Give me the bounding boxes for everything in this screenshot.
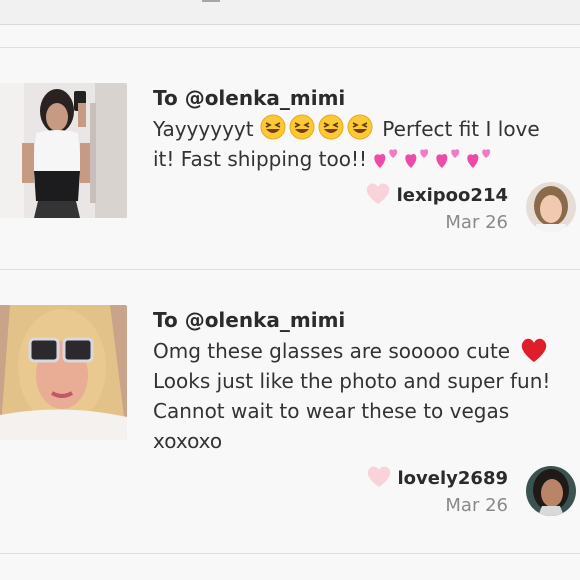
review-author[interactable]: lexipoo214 — [397, 185, 508, 206]
review-text-part: it! Fast shipping too!! — [153, 147, 367, 171]
review-recipient: To @olenka_mimi — [153, 86, 346, 110]
review-text-line: Looks just like the photo and super fun! — [153, 369, 551, 393]
review-date: Mar 26 — [445, 212, 508, 233]
top-bar-handle — [202, 0, 220, 2]
review-text-part: Perfect fit I love — [382, 117, 540, 141]
heart-outline-icon[interactable] — [365, 182, 391, 209]
avatar[interactable] — [526, 466, 576, 516]
review-text-line: Omg these glasses are sooooo cute — [153, 339, 511, 363]
product-photo[interactable] — [0, 83, 127, 218]
two-hearts-icon — [373, 147, 497, 171]
review-text-line: xoxoxo — [153, 429, 223, 453]
review-recipient: To @olenka_mimi — [153, 308, 346, 332]
divider — [0, 553, 580, 554]
review-author-row: lexipoo214 — [365, 182, 508, 209]
review-text: Yayyyyyyt Perfect fit I love it! Fast sh… — [153, 114, 573, 174]
product-photo[interactable] — [0, 305, 127, 440]
review-text-line: Cannot wait to wear these to vegas — [153, 399, 510, 423]
review-author[interactable]: lovely2689 — [398, 468, 508, 489]
heart-outline-icon[interactable] — [366, 465, 392, 492]
review-item: To @olenka_mimi Omg these glasses are so… — [0, 270, 580, 553]
grinning-squinting-face-icon — [260, 114, 382, 141]
review-text: Omg these glasses are sooooo cute Looks … — [153, 336, 573, 456]
review-text-part: Yayyyyyyt — [153, 117, 254, 141]
review-author-row: lovely2689 — [366, 465, 508, 492]
red-heart-icon — [516, 338, 548, 363]
avatar[interactable] — [526, 182, 576, 232]
review-date: Mar 26 — [445, 495, 508, 516]
top-bar — [0, 0, 580, 25]
review-item: To @olenka_mimi Yayyyyyyt Perfect fit I … — [0, 48, 580, 270]
